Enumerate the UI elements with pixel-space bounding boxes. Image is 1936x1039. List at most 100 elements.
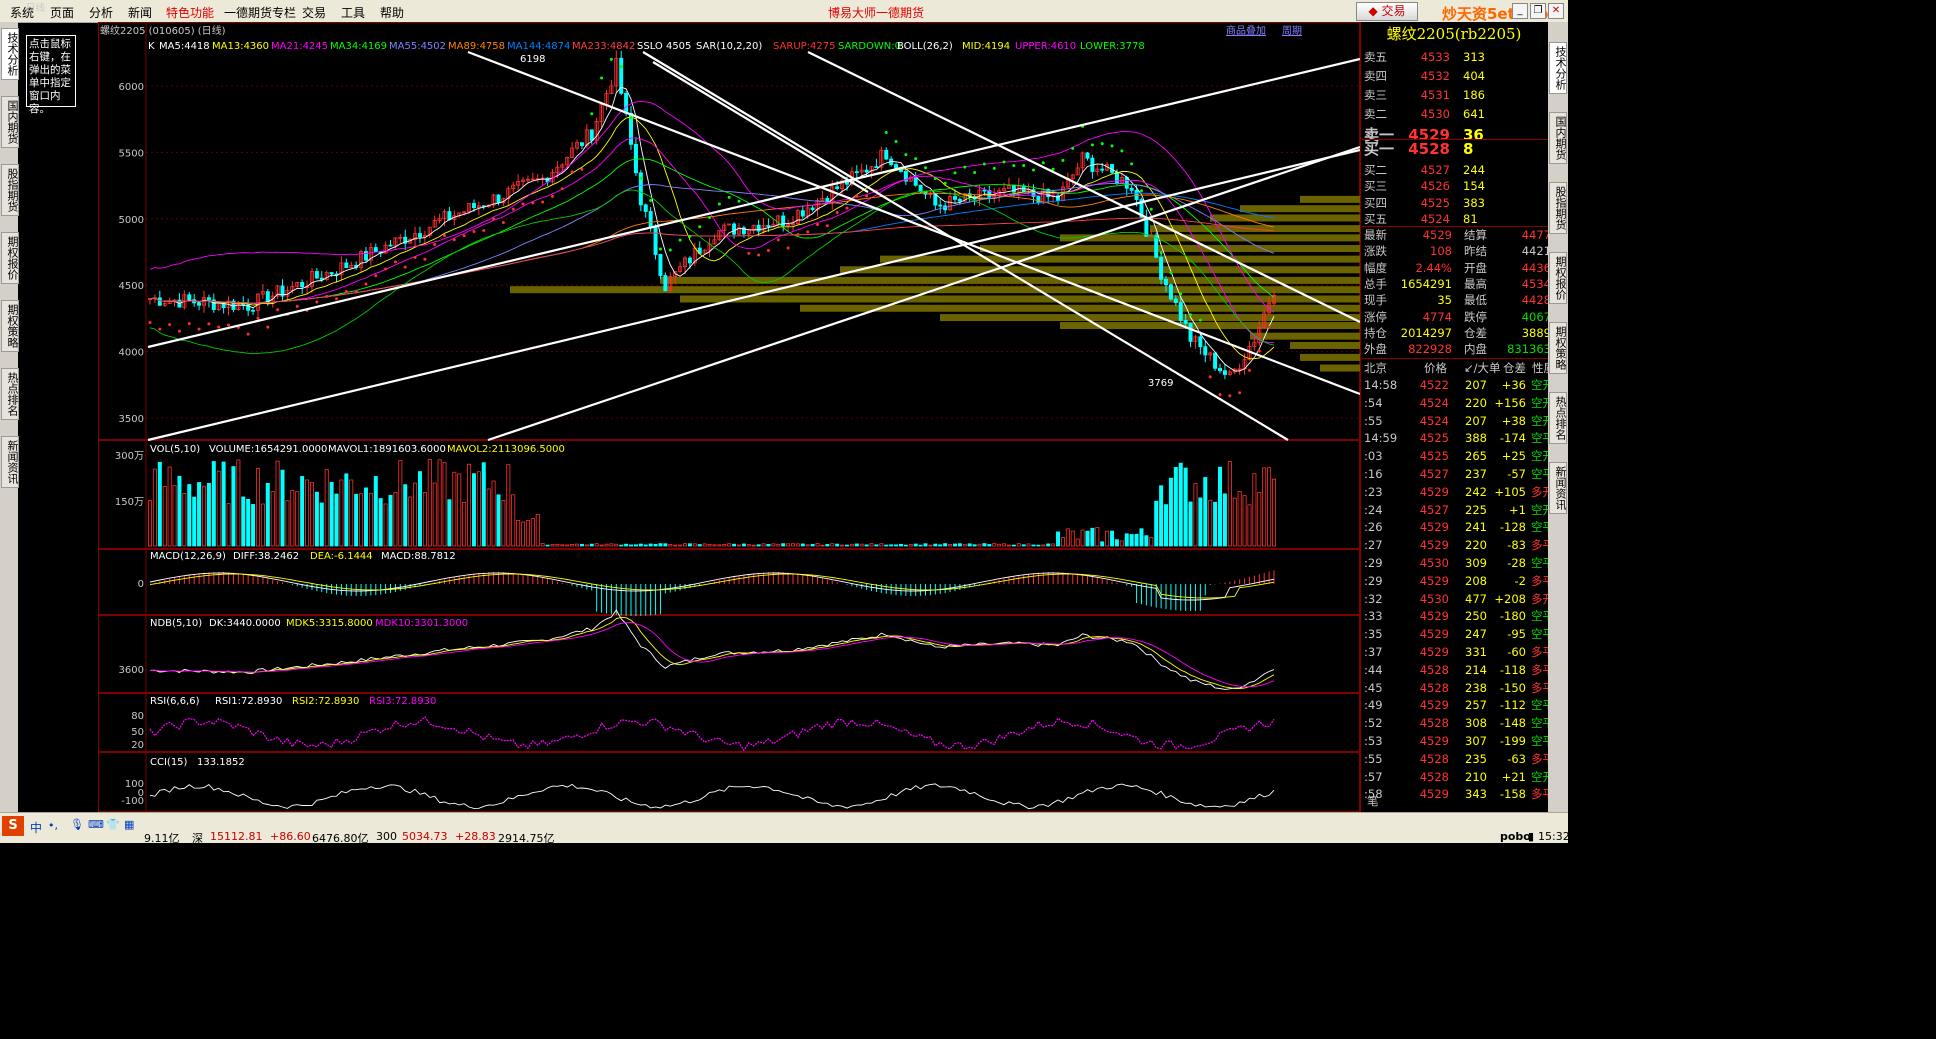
ticks-divider xyxy=(1362,358,1548,359)
sar-dot xyxy=(600,76,604,80)
tick-price: 4529 xyxy=(1419,627,1449,642)
ticker-item: 5034.73 xyxy=(402,830,448,843)
main-indicator-label: MA34:4169 xyxy=(330,41,387,52)
stat-label: 跌停 xyxy=(1464,309,1487,324)
sogou-ime-icon[interactable]: S xyxy=(2,816,24,836)
volume-bar xyxy=(898,543,903,547)
sar-dot xyxy=(1198,318,1202,322)
tab-domestic-futures[interactable]: 国内期货 xyxy=(1,96,19,148)
candle-body xyxy=(1168,284,1173,300)
stat-value: 4529 xyxy=(1422,228,1452,242)
period-link[interactable]: 周期 xyxy=(1282,25,1302,37)
right-tab-options-quote[interactable]: 期权报价 xyxy=(1549,252,1567,304)
tick-time: :27 xyxy=(1364,538,1383,553)
main-indicator-label: MA233:4842 xyxy=(572,41,635,52)
ime-mode[interactable]: 中 xyxy=(30,819,42,836)
bid-price: 4527 xyxy=(1420,162,1450,177)
candle-body xyxy=(589,129,594,141)
menu-page[interactable]: 页面 xyxy=(50,4,74,21)
tab-technical-analysis[interactable]: 技术分析 xyxy=(1,28,19,80)
vol-indicator-label: VOL(5,10) xyxy=(150,444,200,455)
volume-bar xyxy=(1139,528,1144,547)
right-tab-hot-ranking[interactable]: 热点排名 xyxy=(1549,392,1567,444)
tick-volume: 207 xyxy=(1465,413,1487,428)
candle-body xyxy=(206,297,211,301)
punct-icon[interactable]: •, xyxy=(48,819,58,832)
menu-help[interactable]: 帮助 xyxy=(380,4,404,21)
tick-price: 4529 xyxy=(1419,645,1449,659)
tab-index-futures[interactable]: 股指期货 xyxy=(1,164,19,216)
sar-dot xyxy=(511,207,515,211)
right-tab-news[interactable]: 新闻资讯 xyxy=(1549,462,1567,514)
right-tab-options-strategy[interactable]: 期权策略 xyxy=(1549,322,1567,374)
right-tab-domestic-futures[interactable]: 国内期货 xyxy=(1549,112,1567,164)
restore-icon[interactable]: ❐ xyxy=(1530,3,1546,19)
bid-price: 4525 xyxy=(1420,195,1450,210)
volume-bar xyxy=(403,484,408,547)
menu-yide-column[interactable]: 一德期货专栏 xyxy=(224,4,296,21)
volume-bar xyxy=(835,543,840,547)
menu-trade[interactable]: 交易 xyxy=(302,4,326,21)
ask-volume: 186 xyxy=(1463,88,1485,102)
close-icon[interactable]: ✕ xyxy=(1548,3,1564,19)
volume-bar xyxy=(1124,533,1129,547)
tab-hot-ranking[interactable]: 热点排名 xyxy=(1,368,19,420)
bid-level-label: 买一 xyxy=(1364,140,1395,158)
main-indicator-label: SSLO 4505 xyxy=(637,41,691,52)
macd-indicator-label: MACD(12,26,9) xyxy=(150,551,226,562)
volume-bar xyxy=(388,494,393,547)
menu-tools[interactable]: 工具 xyxy=(341,4,365,21)
mic-icon[interactable]: 🎙 xyxy=(70,818,84,831)
right-tab-index-futures[interactable]: 股指期货 xyxy=(1549,182,1567,234)
volume-bar xyxy=(1129,534,1134,547)
tick-volume: 235 xyxy=(1465,751,1487,766)
menu-news[interactable]: 新闻 xyxy=(128,4,152,21)
candle-body xyxy=(854,171,859,174)
sar-dot xyxy=(1061,158,1065,162)
left-tab-strip: 技术分析 国内期货 股指期货 期权报价 期权策略 热点排名 新闻资讯 xyxy=(0,22,19,812)
volume-bar xyxy=(1164,504,1169,547)
kline-chart[interactable]: 6000 5500 5000 4500 4000 3500 螺纹2205 (010605) … xyxy=(98,22,1360,812)
tick-header-oi: 仓差 xyxy=(1503,361,1526,375)
minimize-icon[interactable]: _ xyxy=(1512,3,1528,19)
vol-tick-label: 300万 xyxy=(115,451,144,462)
sar-dot xyxy=(227,323,231,327)
volume-bar xyxy=(1021,544,1026,547)
volume-bar xyxy=(781,543,786,547)
bid-price: 4528 xyxy=(1408,140,1450,158)
sar-dot xyxy=(992,166,996,170)
volume-bar xyxy=(1085,530,1090,547)
volume-bar xyxy=(319,502,324,547)
tick-price: 4529 xyxy=(1419,787,1449,802)
volume-bar xyxy=(241,496,246,547)
volume-bar xyxy=(378,498,383,547)
tick-price: 4529 xyxy=(1419,734,1449,748)
overlay-link[interactable]: 商品叠加 xyxy=(1226,24,1266,37)
tick-oi-change: -60 xyxy=(1507,645,1526,659)
price-tick-label: 5000 xyxy=(119,215,144,226)
tick-oi-change: +105 xyxy=(1494,484,1526,499)
right-tab-technical-analysis[interactable]: 技术分析 xyxy=(1549,42,1567,94)
toolbox-icon[interactable]: ▦ xyxy=(124,818,134,831)
tab-options-strategy[interactable]: 期权策略 xyxy=(1,300,19,352)
tick-volume: 242 xyxy=(1465,484,1487,499)
tab-options-quote[interactable]: 期权报价 xyxy=(1,232,19,284)
trade-button[interactable]: ◆ 交易 xyxy=(1356,2,1418,21)
tick-time: :24 xyxy=(1364,502,1383,517)
price-tick-label: 5500 xyxy=(119,148,144,159)
skin-icon[interactable]: 👕 xyxy=(106,818,120,831)
keyboard-icon[interactable]: ⌨ xyxy=(88,818,104,831)
menu-analysis[interactable]: 分析 xyxy=(89,4,113,21)
right-tab-strip: 技术分析 国内期货 股指期货 期权报价 期权策略 热点排名 新闻资讯 xyxy=(1548,22,1568,812)
sar-dot xyxy=(1022,164,1026,168)
tick-time: :29 xyxy=(1364,573,1383,588)
tab-news[interactable]: 新闻资讯 xyxy=(1,436,19,488)
vol-indicator-label: MAVOL1:1891603.6000 xyxy=(328,444,446,455)
tick-time: :54 xyxy=(1364,395,1383,410)
ticks-footer[interactable]: 笔 xyxy=(1367,793,1379,809)
menu-features[interactable]: 特色功能 xyxy=(166,4,214,21)
volume-bar xyxy=(354,493,359,547)
sar-dot xyxy=(344,290,348,294)
ticker-item: 2914.75亿 xyxy=(498,832,555,845)
sar-dot xyxy=(1218,393,1222,397)
